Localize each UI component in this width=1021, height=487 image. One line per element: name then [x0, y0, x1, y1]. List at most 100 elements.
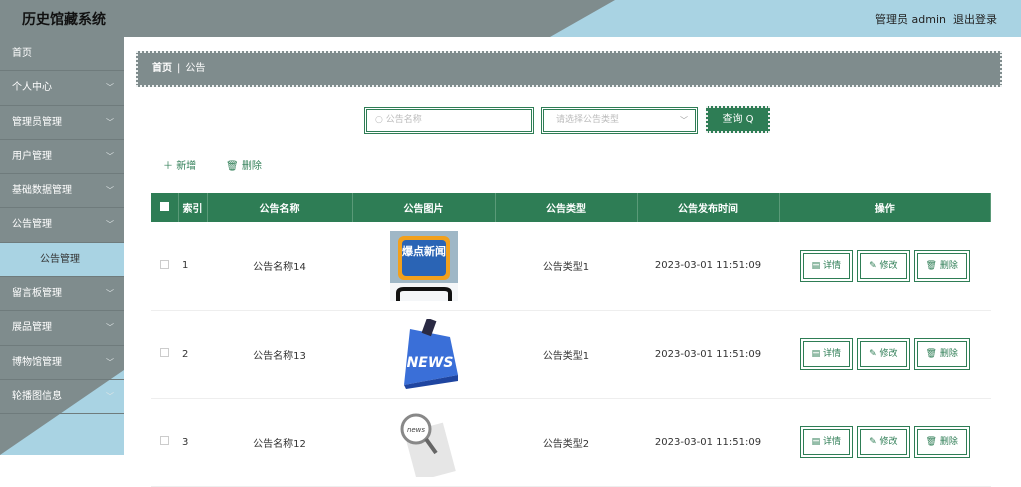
detail-button[interactable]: ▤ 详情: [799, 426, 854, 458]
trash-icon: 🗑: [925, 349, 937, 359]
cell-time: 2023-03-01 11:51:09: [637, 222, 779, 311]
app-title: 历史馆藏系统: [22, 12, 106, 28]
add-label: 新增: [176, 161, 197, 172]
search-icon: ○: [375, 115, 383, 125]
sidebar-item-users[interactable]: 用户管理 ﹀: [0, 140, 124, 175]
row-checkbox[interactable]: [151, 222, 178, 311]
notice-image: NEWS: [389, 319, 458, 389]
cell-image: NEWS: [352, 310, 495, 399]
cell-time: 2023-03-01 11:51:09: [637, 398, 779, 487]
edit-button[interactable]: ✎ 修改: [857, 338, 910, 370]
sidebar-item-label: 管理员管理: [12, 116, 62, 128]
sidebar-item-exhibits[interactable]: 展品管理 ﹀: [0, 311, 124, 346]
image-caption-2: NEWS: [406, 355, 453, 371]
sidebar: 首页 个人中心 ﹀ 管理员管理 ﹀ 用户管理 ﹀ 基础数据管理 ﹀ 公告管理 ﹀ 公告管理…: [0, 37, 124, 455]
table-row: 2 公告名称13 NEWS 公告类型1 2023-03-01 11:51:09 …: [151, 310, 991, 399]
sidebar-item-label: 用户管理: [12, 150, 52, 162]
sidebar-item-label: 公告管理: [12, 219, 52, 231]
notice-table: 索引 公告名称 公告图片 公告类型 公告发布时间 操作 1 公告名称14 爆点新…: [151, 193, 991, 487]
plus-icon: ＋: [163, 161, 173, 172]
query-label: 查询: [722, 114, 743, 125]
top-header: 历史馆藏系统 管理员 admin 退出登录: [0, 0, 1021, 37]
sidebar-nav: 首页 个人中心 ﹀ 管理员管理 ﹀ 用户管理 ﹀ 基础数据管理 ﹀ 公告管理 ﹀ 公告管理…: [0, 37, 124, 415]
table-row: 1 公告名称14 爆点新闻 公告类型1 2023-03-01 11:51:09 …: [151, 222, 991, 311]
cell-name: 公告名称14: [207, 222, 352, 311]
notice-image: news: [389, 407, 458, 477]
batch-delete-button[interactable]: 🗑 删除: [226, 157, 262, 172]
col-time: 公告发布时间: [637, 193, 780, 222]
current-user: 管理员 admin: [875, 13, 946, 26]
sidebar-item-label: 基础数据管理: [12, 185, 72, 197]
sidebar-item-label: 首页: [12, 48, 32, 59]
col-actions: 操作: [779, 193, 991, 222]
breadcrumb: 首页 | 公告: [136, 51, 1002, 87]
select-all-checkbox[interactable]: [151, 193, 179, 222]
sidebar-item-label: 展品管理: [12, 322, 52, 334]
delete-label: 删除: [241, 161, 262, 172]
sidebar-item-home[interactable]: 首页: [0, 37, 124, 72]
sidebar-subitem-notices[interactable]: 公告管理: [0, 242, 124, 278]
detail-icon: ▤: [811, 349, 821, 359]
col-type: 公告类型: [495, 193, 638, 222]
cell-actions: ▤ 详情 ✎ 修改 🗑 删除: [779, 222, 991, 311]
sidebar-item-label: 个人中心: [12, 82, 52, 94]
logout-link[interactable]: 退出登录: [953, 11, 997, 27]
sidebar-item-museums[interactable]: 博物馆管理 ﹀: [0, 346, 124, 380]
cell-type: 公告类型1: [495, 310, 637, 399]
sidebar-item-notices[interactable]: 公告管理 ﹀: [0, 208, 124, 243]
detail-button[interactable]: ▤ 详情: [799, 338, 854, 370]
chevron-down-icon: ﹀: [680, 116, 688, 125]
edit-button[interactable]: ✎ 修改: [857, 249, 910, 282]
delete-button[interactable]: 🗑 删除: [913, 426, 970, 458]
cell-index: 3: [178, 398, 207, 487]
edit-icon: ✎: [869, 260, 877, 271]
sidebar-item-profile[interactable]: 个人中心 ﹀: [0, 71, 124, 106]
cell-index: 2: [178, 310, 207, 399]
detail-button[interactable]: ▤ 详情: [799, 249, 854, 282]
sidebar-item-label: 留言板管理: [12, 288, 62, 300]
delete-button[interactable]: 🗑 删除: [913, 249, 970, 282]
cell-type: 公告类型1: [495, 222, 637, 311]
sidebar-item-label: 博物馆管理: [12, 356, 62, 368]
search-icon: Q: [745, 114, 754, 125]
sidebar-item-label: 公告管理: [40, 253, 80, 265]
chevron-down-icon: ﹀: [106, 83, 114, 93]
cell-actions: ▤ 详情 ✎ 修改 🗑 删除: [779, 398, 991, 487]
query-button[interactable]: 查询 Q: [706, 106, 770, 133]
edit-icon: ✎: [869, 437, 877, 447]
chevron-down-icon: ﹀: [106, 391, 114, 401]
chevron-down-icon: ﹀: [106, 323, 114, 333]
search-input[interactable]: ○ 公告名称: [364, 107, 534, 134]
detail-icon: ▤: [811, 260, 821, 271]
sidebar-item-basedata[interactable]: 基础数据管理 ﹀: [0, 174, 124, 209]
trash-icon: 🗑: [226, 161, 239, 172]
select-placeholder: 请选择公告类型: [556, 115, 620, 125]
cell-actions: ▤ 详情 ✎ 修改 🗑 删除: [779, 310, 991, 399]
notice-type-select[interactable]: 请选择公告类型 ﹀: [541, 107, 698, 134]
table-header-row: 索引 公告名称 公告图片 公告类型 公告发布时间 操作: [151, 193, 991, 222]
detail-icon: ▤: [811, 437, 821, 447]
sidebar-item-carousel[interactable]: 轮播图信息 ﹀: [0, 380, 124, 415]
cell-image: 爆点新闻: [352, 222, 495, 311]
breadcrumb-home[interactable]: 首页: [152, 63, 172, 74]
edit-button[interactable]: ✎ 修改: [857, 426, 910, 458]
cell-index: 1: [178, 222, 207, 311]
trash-icon: 🗑: [925, 437, 937, 447]
image-caption-1: 爆点新闻: [402, 244, 446, 258]
breadcrumb-current: 公告: [185, 63, 206, 74]
trash-icon: 🗑: [925, 260, 937, 271]
delete-button[interactable]: 🗑 删除: [913, 338, 970, 370]
add-button[interactable]: ＋ 新增: [163, 157, 196, 172]
sidebar-item-messages[interactable]: 留言板管理 ﹀: [0, 277, 124, 312]
chevron-down-icon: ﹀: [106, 151, 114, 161]
row-checkbox[interactable]: [151, 398, 178, 487]
chevron-down-icon: ﹀: [106, 186, 114, 196]
cell-image: news: [352, 398, 495, 487]
edit-icon: ✎: [869, 349, 877, 359]
chevron-down-icon: ﹀: [106, 357, 114, 367]
row-checkbox[interactable]: [151, 310, 178, 399]
search-placeholder: 公告名称: [385, 115, 422, 125]
notice-image: 爆点新闻: [389, 230, 458, 301]
chevron-up-icon: ﹀: [106, 220, 114, 230]
sidebar-item-admins[interactable]: 管理员管理 ﹀: [0, 106, 124, 140]
